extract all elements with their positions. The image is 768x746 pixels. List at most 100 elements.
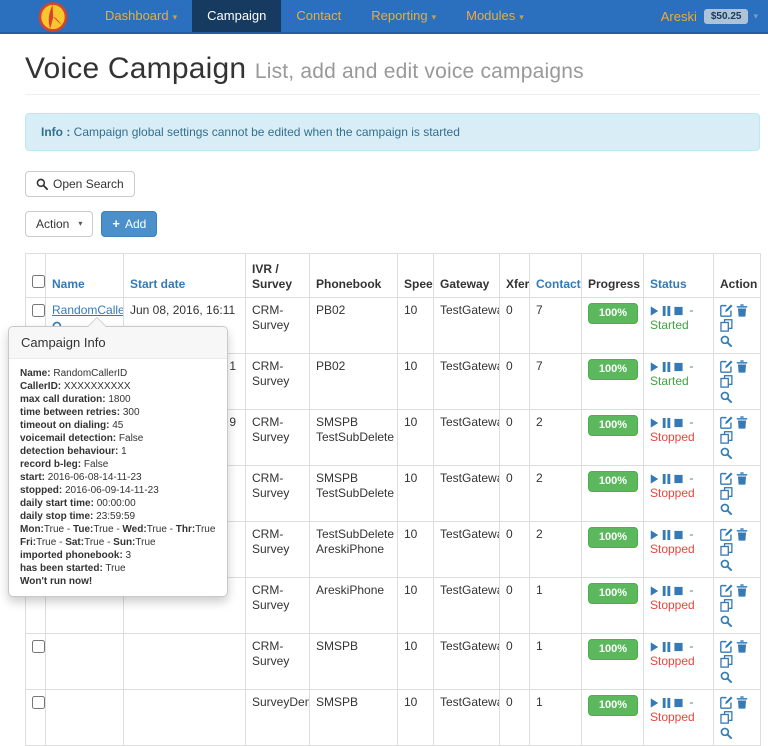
pause-icon[interactable] [662,361,671,372]
balance-badge[interactable]: $50.25 [703,8,749,24]
stop-icon[interactable] [674,530,683,540]
edit-icon[interactable] [720,360,733,374]
contacts: 1 [529,689,582,746]
speed: 10 [397,465,434,522]
stop-icon[interactable] [674,586,683,596]
duplicate-icon[interactable] [720,711,733,725]
delete-icon[interactable] [736,304,748,317]
page-title-text: Voice Campaign [25,52,247,85]
search-icon[interactable] [720,559,732,571]
add-button[interactable]: + Add [101,211,158,237]
play-icon[interactable] [650,474,659,484]
play-icon[interactable] [650,306,659,316]
phonebook: TestSubDelete AreskiPhone [309,521,398,578]
pause-icon[interactable] [662,417,671,428]
info-alert-text: Campaign global settings cannot be edite… [70,125,460,139]
pause-icon[interactable] [662,697,671,708]
search-icon[interactable] [720,503,732,515]
play-icon[interactable] [650,698,659,708]
duplicate-icon[interactable] [720,431,733,445]
status-text: Stopped [650,598,695,612]
delete-icon[interactable] [736,416,748,429]
app-logo-icon[interactable] [38,2,68,32]
search-icon[interactable] [720,671,732,683]
column-header-status[interactable]: Status [643,253,714,298]
pause-icon[interactable] [662,585,671,596]
duplicate-icon[interactable] [720,375,733,389]
action-buttons [720,359,754,389]
pause-icon[interactable] [662,305,671,316]
edit-icon[interactable] [720,472,733,486]
chevron-down-icon: ▾ [753,10,758,21]
edit-icon[interactable] [720,584,733,598]
stop-icon[interactable] [674,362,683,372]
stop-icon[interactable] [674,474,683,484]
column-header-start-date[interactable]: Start date [123,253,246,298]
popover-line: imported phonebook: 3 [20,550,132,561]
duplicate-icon[interactable] [720,543,733,557]
open-search-button[interactable]: Open Search [25,171,135,197]
nav-item-dashboard[interactable]: Dashboard ▾ [90,0,192,32]
stop-icon[interactable] [674,698,683,708]
popover-line: detection behaviour: 1 [20,446,127,457]
user-name[interactable]: Areski [661,9,697,24]
row-checkbox[interactable] [32,304,45,317]
plus-icon: + [112,216,120,231]
popover-line: voicemail detection: False [20,433,144,444]
nav-item-campaign[interactable]: Campaign [192,0,282,32]
delete-icon[interactable] [736,528,748,541]
stop-icon[interactable] [674,306,683,316]
action-buttons [720,695,754,725]
column-header-phonebook: Phonebook [309,253,398,298]
edit-icon[interactable] [720,528,733,542]
action-dropdown-button[interactable]: Action ▾ [25,211,94,237]
play-icon[interactable] [650,362,659,372]
pause-icon[interactable] [662,529,671,540]
popover-line: record b-leg: False [20,459,109,470]
pause-icon[interactable] [662,641,671,652]
search-icon[interactable] [720,391,732,403]
delete-icon[interactable] [736,360,748,373]
progress-badge: 100% [588,639,638,660]
duplicate-icon[interactable] [720,487,733,501]
row-checkbox[interactable] [32,640,45,653]
action-buttons [720,415,754,445]
page-header: Voice Campaign List, add and edit voice … [25,52,760,95]
search-icon[interactable] [720,335,732,347]
edit-icon[interactable] [720,640,733,654]
progress-badge: 100% [588,359,638,380]
row-checkbox[interactable] [32,696,45,709]
play-icon[interactable] [650,642,659,652]
play-icon[interactable] [650,530,659,540]
edit-icon[interactable] [720,304,733,318]
delete-icon[interactable] [736,584,748,597]
gateway: TestGateway [433,633,500,690]
gateway: TestGateway [433,465,500,522]
edit-icon[interactable] [720,416,733,430]
duplicate-icon[interactable] [720,319,733,333]
column-header-contacts[interactable]: Contacts [529,253,582,298]
phonebook: SMSPB TestSubDelete [309,465,398,522]
play-icon[interactable] [650,418,659,428]
nav-item-contact[interactable]: Contact [281,0,356,32]
nav-item-reporting[interactable]: Reporting ▾ [356,0,451,32]
stop-icon[interactable] [674,642,683,652]
select-all-checkbox[interactable] [32,275,45,288]
campaign-name-link[interactable]: RandomCallerID [52,303,123,317]
column-header-name[interactable]: Name [45,253,124,298]
action-label: Action [36,217,70,231]
duplicate-icon[interactable] [720,599,733,613]
nav-item-modules[interactable]: Modules ▾ [451,0,539,32]
search-icon[interactable] [720,447,732,459]
search-icon[interactable] [720,727,732,739]
delete-icon[interactable] [736,640,748,653]
user-menu[interactable]: Areski $50.25 ▾ [661,0,768,32]
edit-icon[interactable] [720,696,733,710]
duplicate-icon[interactable] [720,655,733,669]
search-icon[interactable] [720,615,732,627]
pause-icon[interactable] [662,473,671,484]
stop-icon[interactable] [674,418,683,428]
delete-icon[interactable] [736,472,748,485]
play-icon[interactable] [650,586,659,596]
delete-icon[interactable] [736,696,748,709]
